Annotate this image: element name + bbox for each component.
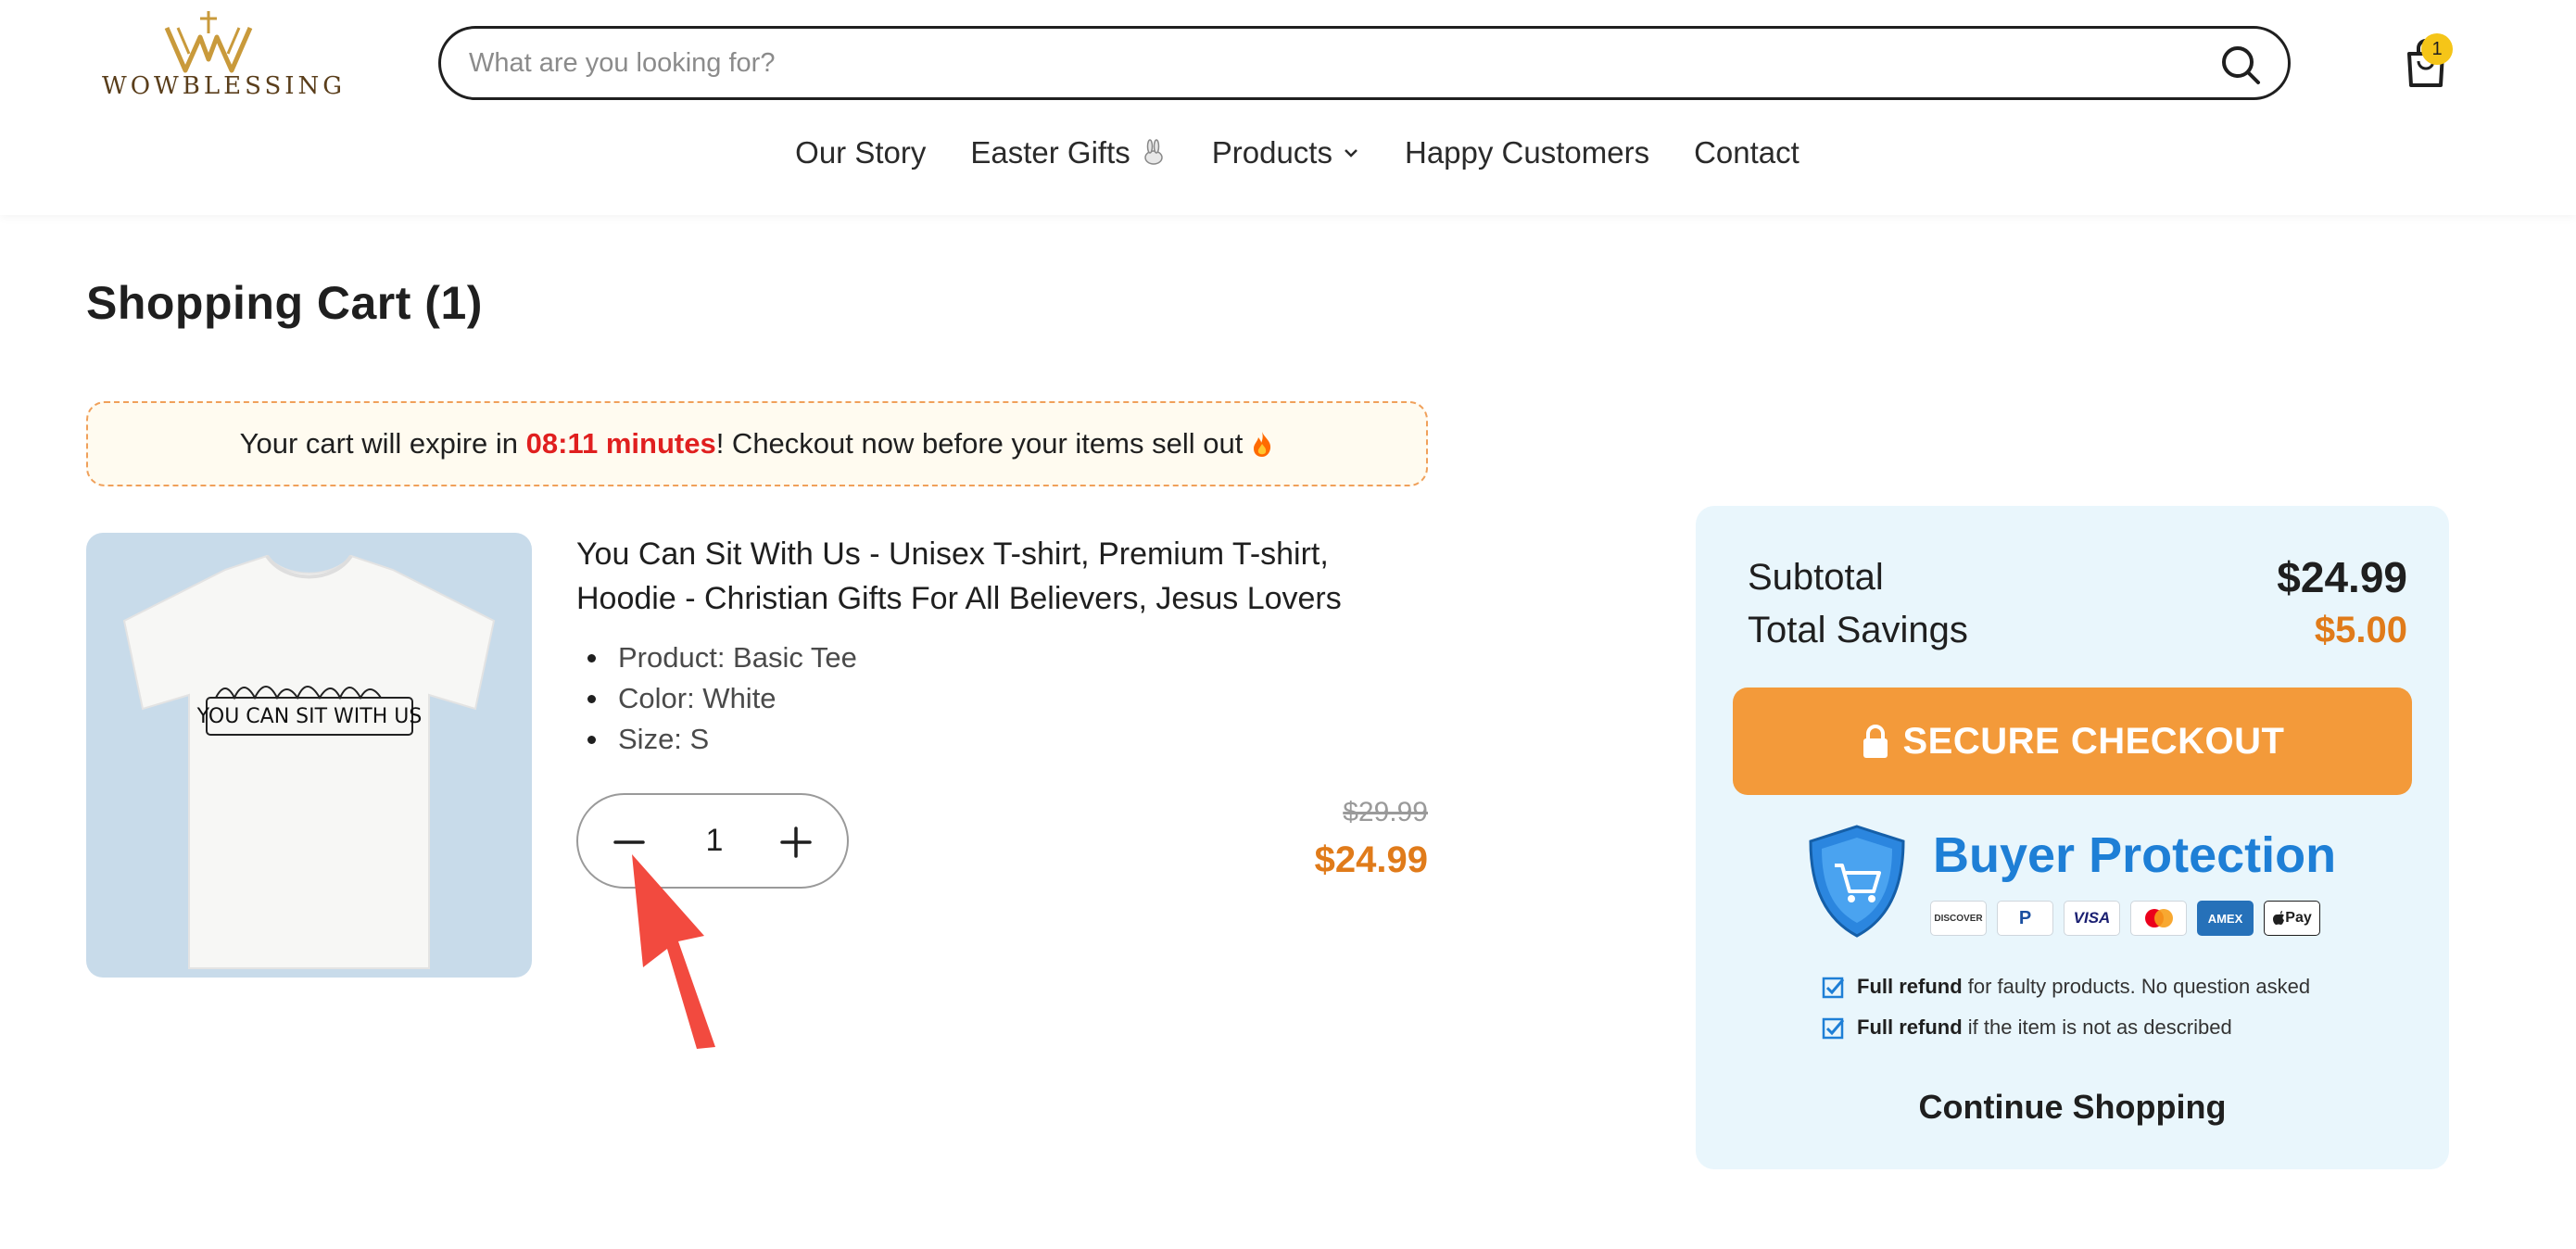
original-price: $29.99 <box>1343 797 1428 827</box>
discover-icon: DISCOVER <box>1930 901 1987 936</box>
product-options: Product: Basic Tee Color: White Size: S <box>576 637 857 760</box>
site-header: WOWBLESSING 1 Our Story Easter Gifts Pro… <box>0 0 2576 215</box>
guarantee-text: Full refund if the item is not as descri… <box>1857 1016 2232 1040</box>
guarantee-item: Full refund if the item is not as descri… <box>1822 1016 2232 1040</box>
brand-logo[interactable]: WOWBLESSING <box>102 9 347 102</box>
option-color: Color: White <box>576 678 857 719</box>
product-title[interactable]: You Can Sit With Us - Unisex T-shirt, Pr… <box>576 532 1429 621</box>
subtotal-value: $24.99 <box>2277 553 2407 601</box>
nav-contact[interactable]: Contact <box>1694 130 1799 176</box>
nav-label: Contact <box>1694 135 1799 170</box>
checkbox-check-icon <box>1822 977 1845 999</box>
product-image[interactable]: YOU CAN SIT WITH US <box>86 533 532 978</box>
subtotal-row: Subtotal $24.99 <box>1748 552 2407 602</box>
guarantee-rest: if the item is not as described <box>1962 1016 2232 1039</box>
paypal-icon: P <box>1997 901 2053 936</box>
apple-pay-label: Pay <box>2285 910 2312 926</box>
apple-logo-icon <box>2273 911 2285 925</box>
cart-expiry-banner: Your cart will expire in 08:11 minutes !… <box>86 401 1428 486</box>
annotation-arrow-icon <box>632 854 715 1049</box>
nav-label: Happy Customers <box>1404 135 1650 170</box>
fire-icon <box>1254 432 1271 457</box>
mastercard-circles <box>2144 909 2173 927</box>
discover-label: DISCOVER <box>1934 913 1983 924</box>
secure-checkout-button[interactable]: SECURE CHECKOUT <box>1733 688 2412 795</box>
visa-icon: VISA <box>2064 901 2120 936</box>
order-summary-panel: Subtotal $24.99 Total Savings $5.00 SECU… <box>1696 506 2449 1169</box>
checkbox-check-icon <box>1822 1017 1845 1040</box>
search-icon[interactable] <box>2219 44 2262 86</box>
mastercard-icon <box>2130 901 2187 936</box>
nav-label: Products <box>1211 135 1332 170</box>
timer-countdown: 08:11 minutes <box>525 427 716 460</box>
paypal-label: P <box>2018 907 2032 928</box>
increase-quantity-button[interactable] <box>773 819 819 865</box>
guarantee-text: Full refund for faulty products. No ques… <box>1857 975 2310 999</box>
guarantee-bold: Full refund <box>1857 1016 1963 1039</box>
savings-row: Total Savings $5.00 <box>1748 610 2407 651</box>
shield-cart-icon <box>1809 825 1905 938</box>
nav-happy-customers[interactable]: Happy Customers <box>1405 130 1649 176</box>
savings-label: Total Savings <box>1748 610 1968 650</box>
nav-products[interactable]: Products <box>1212 130 1360 176</box>
sale-price: $24.99 <box>1314 839 1428 880</box>
timer-suffix: ! Checkout now before your items sell ou… <box>715 427 1244 460</box>
payment-methods: DISCOVER P VISA AMEX Pay <box>1930 901 2320 936</box>
search-input[interactable] <box>469 42 2183 84</box>
tshirt-print-text: YOU CAN SIT WITH US <box>196 705 423 728</box>
option-size: Size: S <box>576 719 857 760</box>
guarantee-item: Full refund for faulty products. No ques… <box>1822 975 2310 999</box>
continue-shopping-link[interactable]: Continue Shopping <box>1696 1088 2449 1127</box>
subtotal-label: Subtotal <box>1748 556 1884 598</box>
amex-icon: AMEX <box>2197 901 2254 936</box>
nav-label: Our Story <box>795 135 927 170</box>
nav-our-story[interactable]: Our Story <box>795 130 926 176</box>
nav-easter-gifts[interactable]: Easter Gifts <box>970 130 1167 176</box>
amex-label: AMEX <box>2207 911 2243 926</box>
visa-label: VISA <box>2073 909 2111 927</box>
logo-mark-icon <box>164 11 253 73</box>
buyer-protection-title: Buyer Protection <box>1933 827 2337 883</box>
bunny-icon <box>1144 139 1163 165</box>
nav-label: Easter Gifts <box>970 135 1130 170</box>
lock-icon <box>1863 725 1888 758</box>
savings-value: $5.00 <box>2314 610 2407 650</box>
option-product: Product: Basic Tee <box>576 637 857 678</box>
page-title: Shopping Cart (1) <box>86 277 483 329</box>
guarantee-rest: for faulty products. No question asked <box>1962 975 2311 998</box>
checkout-label: SECURE CHECKOUT <box>1902 720 2285 762</box>
cart-count-badge: 1 <box>2421 33 2453 65</box>
timer-prefix: Your cart will expire in <box>239 427 526 460</box>
tshirt-image: YOU CAN SIT WITH US <box>122 554 496 969</box>
apple-pay-icon: Pay <box>2264 901 2320 936</box>
guarantee-bold: Full refund <box>1857 975 1963 998</box>
logo-text: WOWBLESSING <box>102 72 347 100</box>
search-bar <box>438 26 2291 100</box>
chevron-down-icon <box>1345 149 1357 158</box>
main-nav: Our Story Easter Gifts Products Happy Cu… <box>0 130 2576 176</box>
